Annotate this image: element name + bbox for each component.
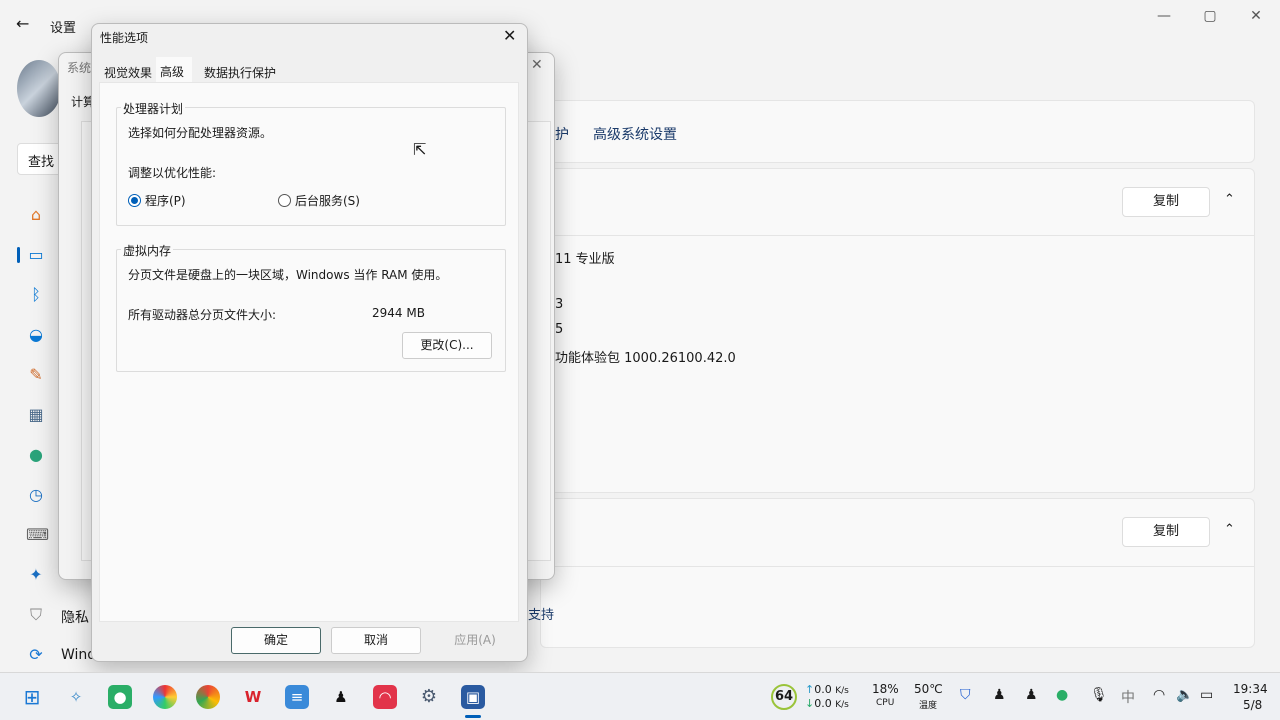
- maximize-button[interactable]: ▢: [1200, 8, 1220, 24]
- system-icon[interactable]: ▭: [26, 245, 46, 265]
- gaming-icon[interactable]: ⌨: [26, 525, 49, 545]
- brush-icon[interactable]: ✎: [26, 365, 46, 385]
- link-advanced-system-settings[interactable]: 高级系统设置: [593, 124, 677, 144]
- volume-icon[interactable]: 🔈: [1176, 687, 1193, 703]
- dialog-title: 系统: [67, 61, 92, 75]
- apply-button: 应用(A): [454, 633, 496, 647]
- group-label: 虚拟内存: [121, 242, 174, 259]
- vmem-desc: 分页文件是硬盘上的一块区域，Windows 当作 RAM 使用。: [128, 268, 448, 282]
- wechat-app-icon[interactable]: ●: [108, 685, 132, 709]
- score-value: 64: [774, 689, 794, 704]
- paging-total-value: 2944 MB: [372, 306, 425, 320]
- processor-scheduling-group: 处理器计划 选择如何分配处理器资源。 调整以优化性能: 程序(P) 后台服务(S…: [116, 100, 506, 226]
- battery-icon[interactable]: ▭: [1200, 687, 1213, 703]
- sidebar-item-privacy[interactable]: 隐私: [61, 607, 89, 627]
- link-protection[interactable]: 护: [555, 124, 569, 144]
- update-icon[interactable]: ⟳: [26, 645, 46, 665]
- qq-tray-icon[interactable]: ♟: [1025, 687, 1038, 703]
- active-app-indicator: [465, 715, 481, 718]
- temperature-label: 温度: [919, 701, 938, 711]
- wps-icon[interactable]: W: [241, 685, 265, 709]
- settings-gear-icon[interactable]: ⚙: [417, 685, 441, 709]
- time-icon[interactable]: ◷: [26, 485, 46, 505]
- search-placeholder: 查找: [28, 155, 55, 170]
- clock-date[interactable]: 5/8: [1243, 698, 1262, 712]
- cancel-button[interactable]: 取消: [331, 627, 421, 654]
- processor-desc: 选择如何分配处理器资源。: [128, 126, 273, 140]
- spec-line: 5: [555, 322, 564, 337]
- wifi-icon[interactable]: ◒: [26, 325, 46, 345]
- radio-selected-icon: [128, 194, 141, 207]
- qq-tray-icon[interactable]: ♟: [993, 687, 1006, 703]
- notepad-icon[interactable]: ≡: [285, 685, 309, 709]
- close-button[interactable]: ✕: [531, 57, 543, 73]
- spec-experience: 功能体验包 1000.26100.42.0: [555, 351, 736, 366]
- microphone-icon[interactable]: 🎙: [1090, 687, 1108, 703]
- taskbar: ⊞ ✧ ● W ≡ ♟ ◠ ⚙ ▣ 64 ↑0.0 K/s ↓0.0 K/s 1…: [0, 672, 1280, 720]
- wechat-tray-icon[interactable]: ●: [1056, 687, 1068, 703]
- virtual-memory-group: 虚拟内存 分页文件是硬盘上的一块区域，Windows 当作 RAM 使用。 所有…: [116, 242, 506, 372]
- radio-label: 程序(P): [145, 194, 186, 208]
- divider: [540, 566, 1255, 567]
- divider: [540, 235, 1255, 236]
- browser-icon[interactable]: [153, 685, 177, 709]
- upload-speed: ↑0.0 K/s: [805, 683, 849, 696]
- tab-visual-effects[interactable]: 视觉效果: [104, 64, 152, 81]
- collapse-chevron-icon[interactable]: ⌃: [1224, 522, 1235, 537]
- chrome-icon[interactable]: [196, 685, 220, 709]
- qq-icon[interactable]: ♟: [329, 685, 353, 709]
- dialog-title: 性能选项: [100, 31, 149, 45]
- copy-button[interactable]: 复制: [1122, 517, 1210, 547]
- back-button[interactable]: ←: [16, 14, 29, 33]
- shield-icon[interactable]: ⛉: [26, 605, 46, 625]
- account-icon[interactable]: ●: [26, 445, 46, 465]
- spec-edition: 11 专业版: [555, 252, 615, 267]
- ok-button[interactable]: 确定: [231, 627, 321, 654]
- home-icon[interactable]: ⌂: [26, 205, 46, 225]
- apps-icon[interactable]: ▦: [26, 405, 46, 425]
- close-button[interactable]: ✕: [503, 26, 516, 45]
- minimize-button[interactable]: —: [1154, 8, 1174, 24]
- avatar[interactable]: [17, 60, 61, 117]
- performance-options-dialog: 性能选项 ✕ 视觉效果 高级 数据执行保护 处理器计划 选择如何分配处理器资源。…: [91, 23, 528, 662]
- security-shield-icon[interactable]: ⛉: [960, 687, 971, 703]
- app-icon[interactable]: ◠: [373, 685, 397, 709]
- support-link[interactable]: 支持: [528, 604, 554, 623]
- start-icon[interactable]: ⊞: [20, 685, 44, 709]
- remote-desktop-icon[interactable]: ▣: [461, 685, 485, 709]
- cpu-usage: 18%: [872, 682, 899, 696]
- collapse-chevron-icon[interactable]: ⌃: [1224, 192, 1235, 207]
- accessibility-icon[interactable]: ✦: [26, 565, 46, 585]
- tab-advanced[interactable]: 高级: [156, 57, 192, 83]
- spec-line: 3: [555, 297, 564, 312]
- group-label: 处理器计划: [121, 100, 186, 117]
- wifi-tray-icon[interactable]: ◠: [1153, 687, 1165, 703]
- change-button[interactable]: 更改(C)...: [402, 332, 492, 359]
- bluetooth-icon[interactable]: ᛒ: [26, 285, 46, 305]
- app-title: 设置: [50, 21, 77, 36]
- copilot-icon[interactable]: ✧: [64, 685, 88, 709]
- input-method-icon[interactable]: 中: [1121, 687, 1135, 707]
- tab-data-execution-prevention[interactable]: 数据执行保护: [204, 64, 276, 81]
- close-button[interactable]: ✕: [1246, 8, 1266, 24]
- paging-total-label: 所有驱动器总分页文件大小:: [128, 308, 277, 322]
- score-badge[interactable]: 64: [771, 684, 797, 710]
- radio-label: 后台服务(S): [295, 194, 360, 208]
- selected-indicator: [17, 247, 20, 263]
- adjust-label: 调整以优化性能:: [128, 166, 217, 180]
- clock-time[interactable]: 19:34: [1233, 682, 1268, 696]
- mouse-cursor-icon: ⇱: [413, 140, 427, 159]
- copy-button[interactable]: 复制: [1122, 187, 1210, 217]
- tab-panel: 处理器计划 选择如何分配处理器资源。 调整以优化性能: 程序(P) 后台服务(S…: [99, 82, 519, 622]
- radio-programs[interactable]: 程序(P): [128, 192, 186, 209]
- cpu-label: CPU: [876, 698, 895, 708]
- download-speed: ↓0.0 K/s: [805, 697, 849, 710]
- temperature: 50℃: [914, 682, 943, 696]
- tab-label: 高级: [160, 65, 185, 79]
- radio-icon: [278, 194, 291, 207]
- radio-background-services[interactable]: 后台服务(S): [278, 192, 360, 209]
